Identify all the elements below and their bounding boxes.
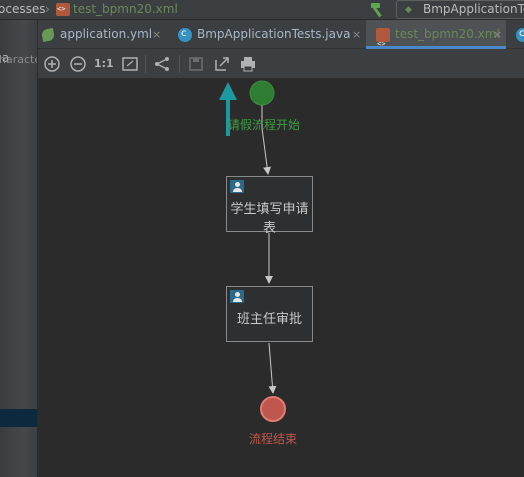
close-icon[interactable]: × (152, 20, 161, 49)
actual-size-button[interactable]: 1:1 (94, 55, 114, 73)
breadcrumb-separator-icon: › (45, 2, 50, 16)
task-label: 学生填写申请表 (230, 202, 309, 236)
print-icon[interactable] (239, 55, 257, 73)
tab-label: BmpApplicationTests.java (197, 27, 351, 41)
layout-icon[interactable] (153, 55, 171, 73)
xml-file-icon (376, 28, 390, 59)
ide-window: ocesses › test_bpmn20.xml ◆ BmpApplicati… (0, 0, 524, 477)
tab-overflow-partial[interactable] (512, 19, 524, 49)
bpmn-diagram-canvas[interactable]: 请假流程开始 学生填写申请表 班主任审批 流程结束 (38, 78, 524, 477)
task-label: 班主任审批 (236, 312, 302, 327)
end-event-label: 流程结束 (249, 432, 298, 446)
diagram-connectors (219, 80, 286, 422)
task-teacher-approval[interactable]: 班主任审批 (226, 286, 313, 342)
start-event-circle[interactable] (249, 80, 275, 106)
java-class-icon (516, 19, 524, 48)
breadcrumb-item-file[interactable]: test_bpmn20.xml (73, 1, 178, 17)
sequence-flow-3[interactable] (268, 342, 277, 394)
run-configuration-dropdown[interactable]: ◆ BmpApplicationTe (396, 0, 524, 19)
close-icon[interactable]: × (352, 20, 361, 49)
annotation-arrow-head-icon (219, 82, 237, 100)
user-task-icon (230, 290, 244, 303)
navigation-bar: ocesses › test_bpmn20.xml ◆ BmpApplicati… (0, 0, 524, 20)
export-icon[interactable] (213, 55, 231, 73)
toolbar-separator (145, 55, 146, 73)
user-task-icon (230, 180, 244, 193)
project-tree-text-partial[interactable]: haracte (0, 53, 37, 66)
project-panel: a haracte (0, 20, 38, 477)
tab-label: test_bpmn20.xml (395, 27, 500, 41)
java-class-icon (178, 19, 192, 48)
start-event-label: 请假流程开始 (228, 118, 301, 132)
breadcrumb-item-processes[interactable]: ocesses (0, 1, 45, 17)
zoom-out-icon[interactable] (69, 55, 87, 73)
tab-test-bpmn20-xml[interactable]: test_bpmn20.xml × (366, 20, 506, 59)
end-event-circle[interactable] (260, 396, 286, 422)
project-tree-selected-row[interactable] (0, 409, 37, 427)
task-student-application[interactable]: 学生填写申请表 (226, 176, 313, 236)
xml-file-icon (56, 3, 70, 16)
zoom-in-icon[interactable] (43, 55, 61, 73)
close-icon[interactable]: × (493, 20, 502, 49)
fit-content-icon[interactable] (121, 55, 139, 73)
run-config-label: BmpApplicationTe (423, 2, 524, 16)
tab-application-yml[interactable]: application.yml × (38, 20, 166, 49)
build-hammer-icon[interactable] (368, 1, 386, 19)
tab-label: application.yml (60, 27, 153, 41)
spring-leaf-icon (41, 28, 55, 42)
toolbar-separator (179, 55, 180, 73)
editor-tab-bar: application.yml × BmpApplicationTests.ja… (38, 19, 524, 59)
diagram-toolbar: 1:1 (38, 49, 524, 78)
save-icon[interactable] (187, 55, 205, 73)
run-config-icon: ◆ (405, 5, 412, 15)
tab-bmp-application-tests[interactable]: BmpApplicationTests.java × (170, 19, 364, 49)
